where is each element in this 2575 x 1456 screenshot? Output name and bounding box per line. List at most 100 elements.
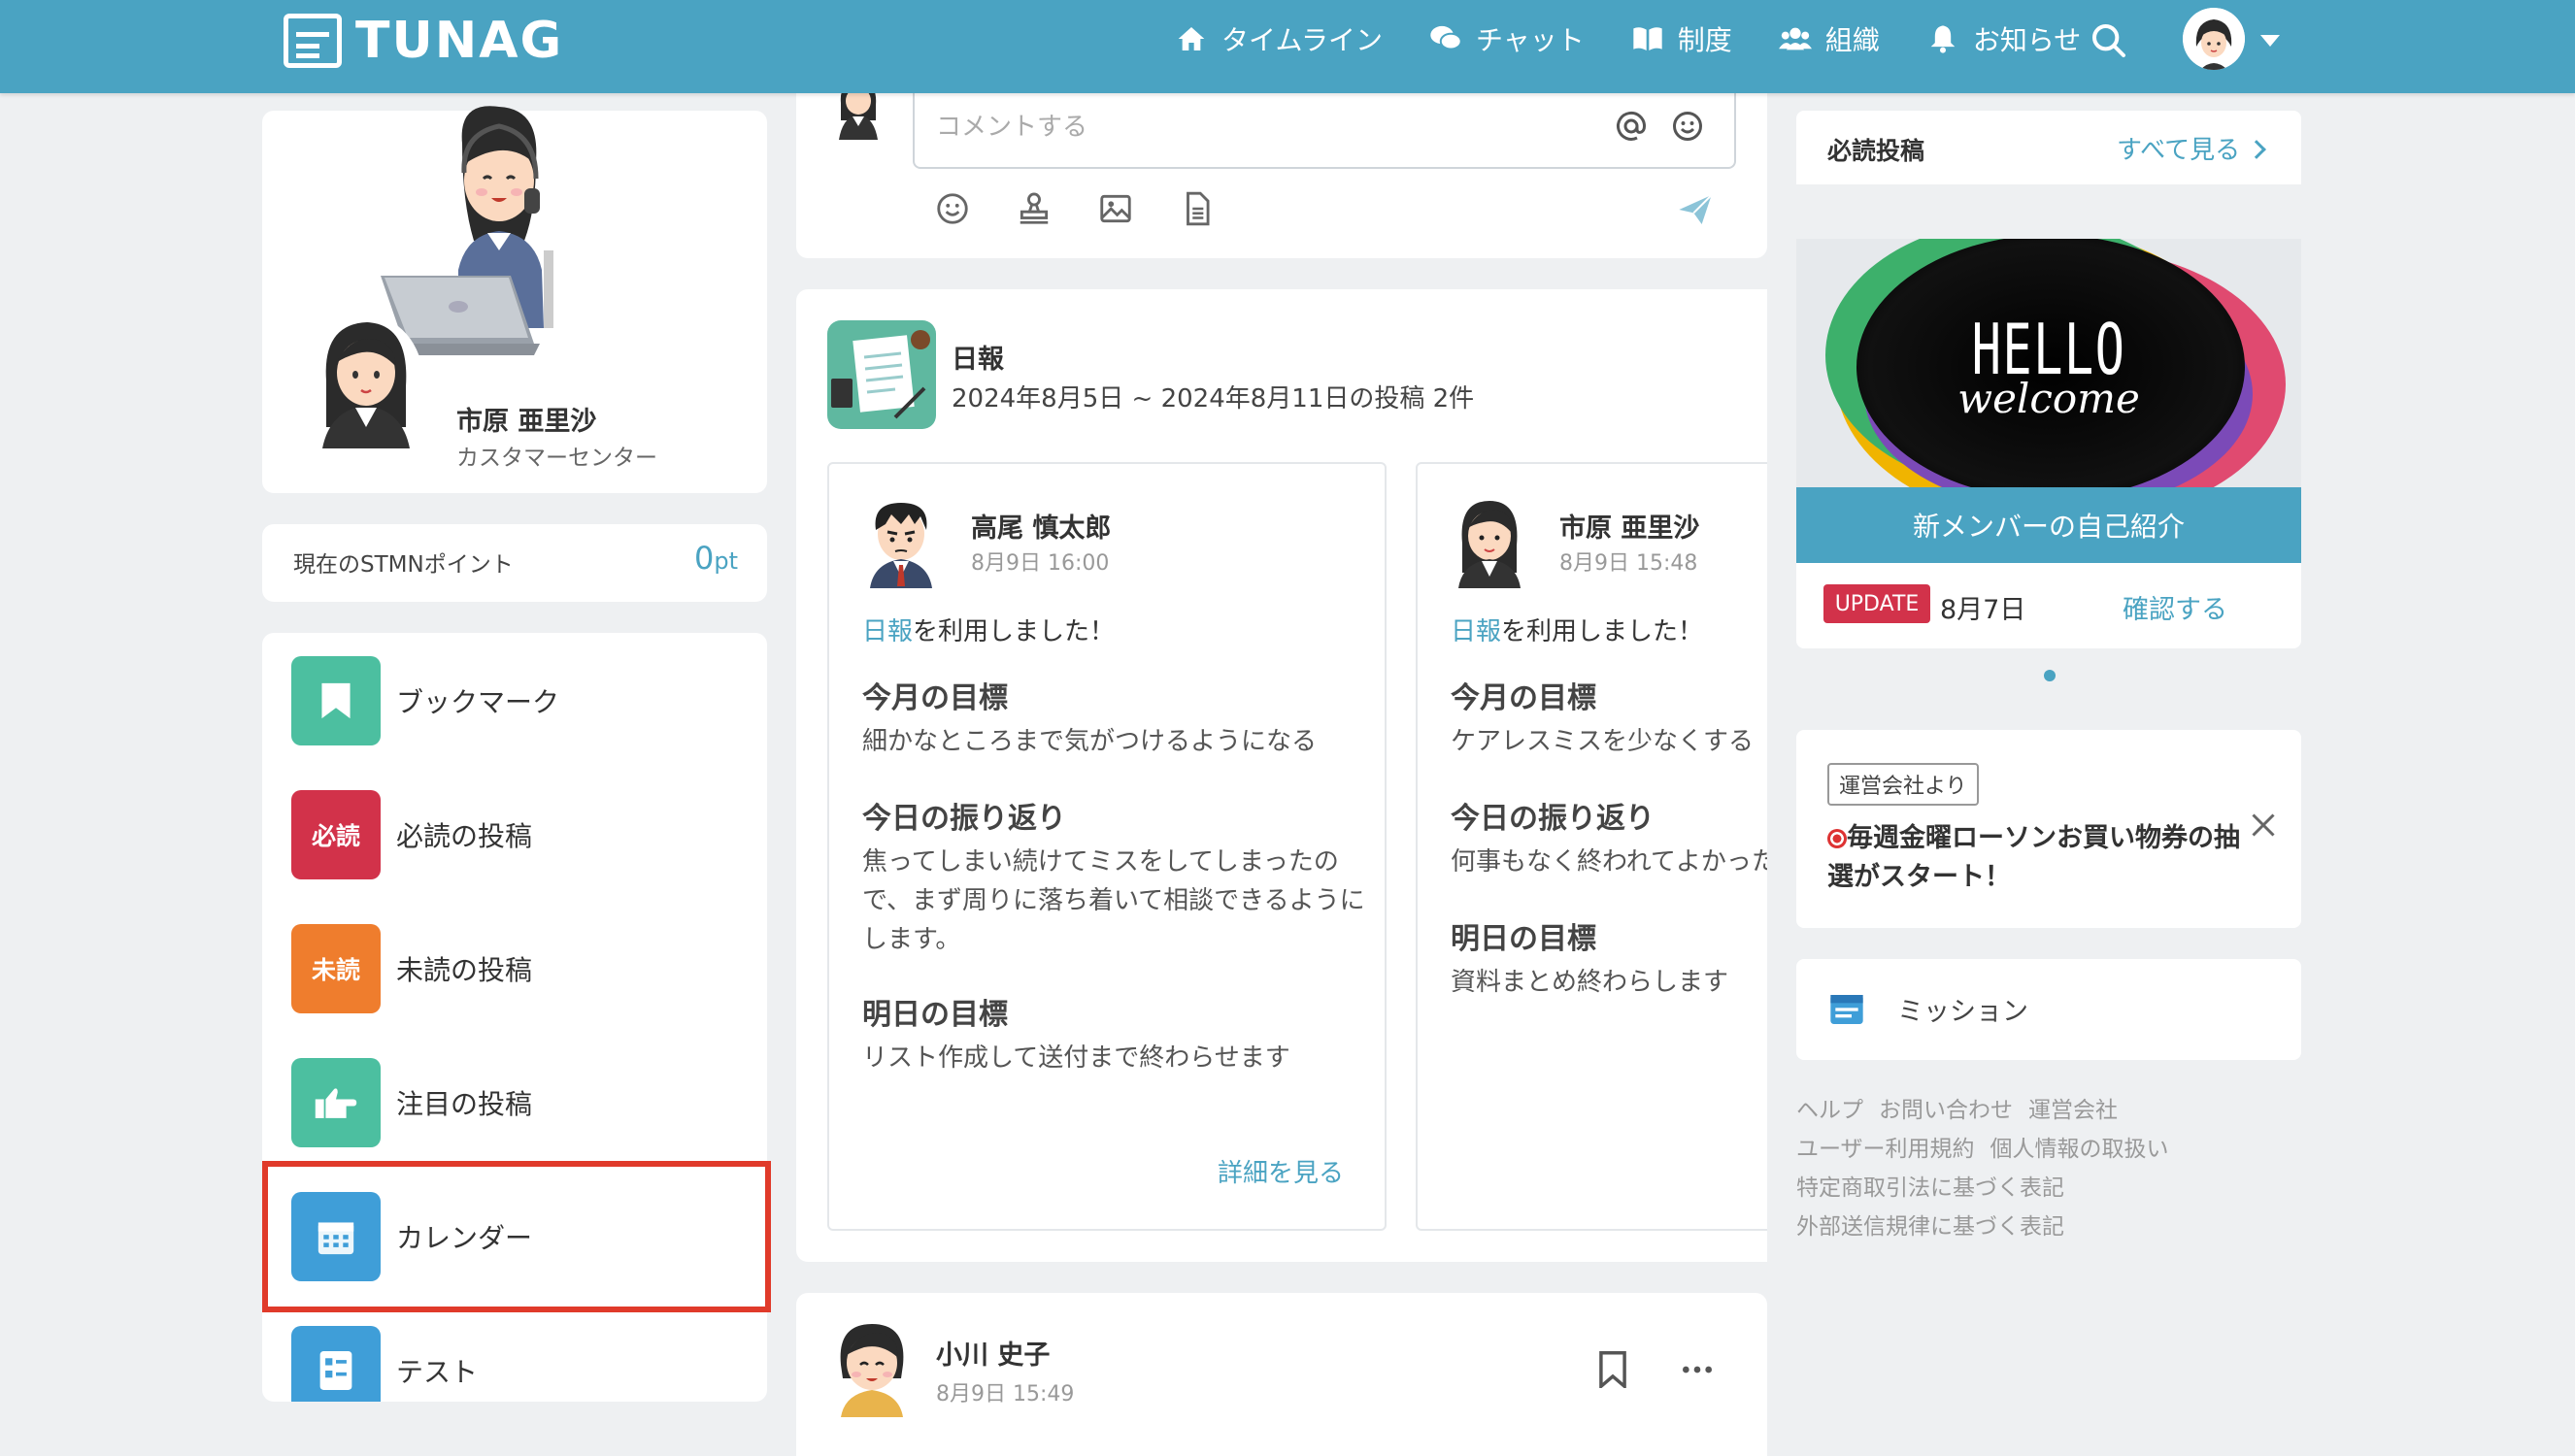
points-unit: pt	[714, 547, 738, 575]
profile-avatar[interactable]	[307, 313, 425, 448]
tunag-logo[interactable]: TUNAG	[284, 12, 563, 70]
used-text: を利用しました！	[1501, 617, 1704, 646]
highlight-box	[262, 1161, 771, 1312]
banner-caption[interactable]: 新メンバーの自己紹介	[1796, 487, 2301, 563]
author-avatar[interactable]	[862, 495, 940, 588]
nav-label: 組織	[1824, 24, 1880, 56]
footer-link-external[interactable]: 外部送信規律に基づく表記	[1796, 1214, 2064, 1240]
feature-link[interactable]: 日報	[1451, 617, 1501, 646]
footer-link-privacy[interactable]: 個人情報の取扱い	[1990, 1137, 2169, 1162]
used-text: を利用しました！	[913, 617, 1116, 646]
footer-link-help[interactable]: ヘルプ	[1796, 1098, 1863, 1123]
bookmark-icon[interactable]	[1596, 1351, 1635, 1391]
author-avatar[interactable]	[1451, 495, 1528, 588]
section-heading: 今日の振り返り	[1451, 802, 1655, 836]
image-icon[interactable]	[1097, 190, 1136, 229]
points-value: 0	[693, 540, 715, 577]
mention-icon[interactable]	[1614, 109, 1653, 148]
footer-link-terms[interactable]: ユーザー利用規約	[1796, 1137, 1975, 1162]
file-icon[interactable]	[1179, 190, 1218, 229]
chevron-right-icon	[2247, 140, 2267, 159]
detail-link[interactable]: 詳細を見る	[1218, 1153, 1344, 1189]
people-icon	[1778, 22, 1812, 55]
logo-text: TUNAG	[355, 12, 564, 70]
feature-link[interactable]: 日報	[862, 617, 913, 646]
book-icon	[1631, 22, 1664, 55]
menu-item-unread[interactable]: 未読 未読の投稿	[291, 922, 738, 1015]
section-body: 何事もなく終われてよかった	[1451, 847, 1767, 877]
carousel-dot[interactable]	[2044, 670, 2056, 681]
update-date: 8月7日	[1940, 595, 2026, 625]
menu-item-featured[interactable]: 注目の投稿	[291, 1056, 738, 1149]
points-value-wrap[interactable]: 0pt	[680, 540, 738, 577]
top-header: TUNAG タイムライン チャット 制度 組織 お知らせ	[0, 0, 2575, 93]
footer-row: 特定商取引法に基づく表記	[1796, 1169, 2301, 1208]
footer-link-company[interactable]: 運営会社	[2028, 1098, 2118, 1123]
daily-report-title[interactable]: 日報	[952, 338, 1004, 376]
mission-icon	[1827, 990, 1866, 1029]
user-avatar[interactable]	[2183, 8, 2245, 70]
section-heading: 今日の振り返り	[862, 802, 1066, 836]
notice-message: 毎週金曜ローソンお買い物券の抽選がスタート！	[1827, 823, 2240, 892]
notice-text[interactable]: 毎週金曜ローソンお買い物券の抽選がスタート！	[1827, 819, 2245, 897]
footer-row: ヘルプ お問い合わせ 運営会社	[1796, 1091, 2301, 1130]
chat-icon	[1429, 22, 1462, 55]
nav-label: お知らせ	[1972, 24, 2082, 56]
section-body: 焦ってしまい続けてミスをしてしまったので、まず周りに落ち着いて相談できるようにし…	[862, 847, 1365, 954]
bell-icon	[1926, 22, 1959, 55]
mission-card[interactable]	[1796, 959, 2301, 1060]
author-avatar[interactable]	[829, 1320, 915, 1417]
menu-label: テスト	[396, 1356, 479, 1388]
must-read-title: 必読投稿	[1827, 137, 1925, 165]
footer-link-commerce[interactable]: 特定商取引法に基づく表記	[1796, 1175, 2064, 1201]
see-all-link[interactable]: すべて見る	[2117, 130, 2267, 166]
mission-label: ミッション	[1897, 997, 2028, 1027]
post-author[interactable]: 市原 亜里沙	[1559, 507, 1699, 545]
menu-item-bookmark[interactable]: ブックマーク	[291, 654, 738, 747]
logo-card-icon	[284, 14, 342, 68]
more-icon[interactable]	[1678, 1351, 1717, 1390]
post-author[interactable]: 小川 史子	[936, 1334, 1050, 1372]
daily-report-icon	[827, 320, 936, 429]
emoji-icon[interactable]	[1670, 109, 1709, 148]
send-icon[interactable]	[1676, 190, 1715, 229]
menu-label: ブックマーク	[396, 686, 560, 718]
banner-welcome: welcome	[1957, 375, 2140, 422]
test-icon	[291, 1326, 381, 1402]
confirm-link[interactable]: 確認する	[2123, 588, 2227, 626]
home-icon	[1175, 22, 1208, 55]
nav-notifications[interactable]: お知らせ	[1926, 19, 2081, 58]
close-icon[interactable]	[2249, 810, 2278, 848]
nav-chat[interactable]: チャット	[1429, 19, 1585, 58]
menu-label: 未読の投稿	[396, 954, 533, 986]
profile-name[interactable]: 市原 亜里沙	[456, 400, 596, 438]
bookmark-icon	[291, 656, 381, 745]
post-date: 8月9日 16:00	[971, 551, 1110, 576]
main-nav: タイムライン チャット 制度 組織 お知らせ	[1175, 0, 2127, 78]
update-badge: UPDATE	[1823, 584, 1930, 623]
footer-link-contact[interactable]: お問い合わせ	[1879, 1098, 2013, 1123]
daily-report-subtitle: 2024年8月5日 ~ 2024年8月11日の投稿 2件	[952, 384, 1475, 414]
chevron-down-icon[interactable]	[2260, 35, 2280, 47]
menu-item-test[interactable]: テスト	[291, 1324, 738, 1402]
nav-label: タイムライン	[1221, 24, 1384, 56]
stamp-icon[interactable]	[1016, 190, 1054, 229]
must-read-gap	[1796, 184, 2301, 239]
section-heading: 明日の目標	[862, 998, 1008, 1032]
nav-system[interactable]: 制度	[1631, 19, 1732, 58]
nav-organization[interactable]: 組織	[1778, 19, 1880, 58]
must-read-banner[interactable]: HELLO welcome	[1796, 239, 2301, 487]
footer-row: 外部送信規律に基づく表記	[1796, 1208, 2301, 1246]
menu-label: 注目の投稿	[396, 1088, 533, 1120]
search-icon[interactable]	[2090, 21, 2128, 60]
must-read-icon: 必読	[291, 790, 381, 879]
report-post-card[interactable]: 高尾 慎太郎 8月9日 16:00 日報を利用しました！ 今月の目標 細かなとこ…	[827, 462, 1387, 1231]
smile-icon[interactable]	[934, 190, 973, 229]
report-post-card[interactable]: 市原 亜里沙 8月9日 15:48 日報を利用しました！ 今月の目標 ケアレスミ…	[1416, 462, 1767, 1231]
menu-item-must-read[interactable]: 必読 必読の投稿	[291, 788, 738, 881]
post-author[interactable]: 高尾 慎太郎	[971, 507, 1111, 545]
pointing-hand-icon	[291, 1058, 381, 1147]
nav-timeline[interactable]: タイムライン	[1175, 19, 1383, 58]
report-post-card-clip: 市原 亜里沙 8月9日 15:48 日報を利用しました！ 今月の目標 ケアレスミ…	[1416, 462, 1767, 1231]
section-heading: 明日の目標	[1451, 922, 1596, 956]
